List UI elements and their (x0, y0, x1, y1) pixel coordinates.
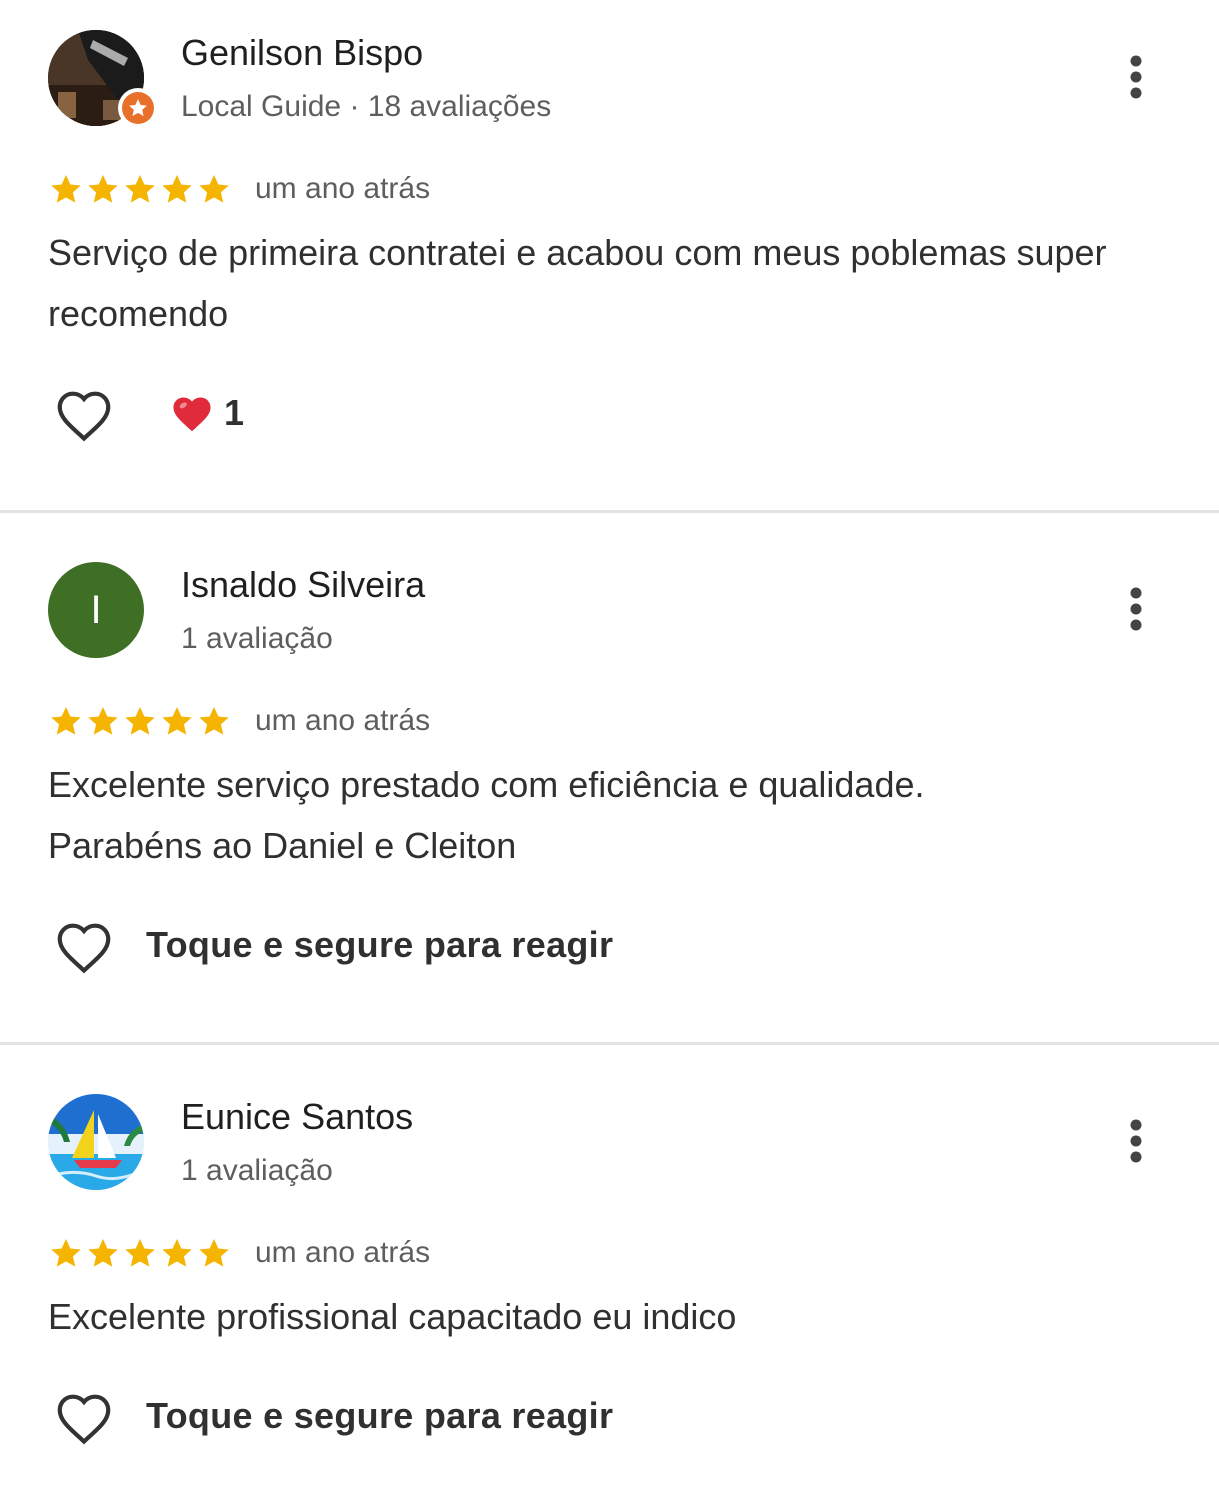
react-button[interactable] (50, 1385, 118, 1449)
star-icon (125, 1239, 155, 1267)
review-time: um ano atrás (255, 1236, 431, 1269)
avatar-photo (48, 1094, 144, 1190)
star-icon (88, 1239, 118, 1267)
review-card: Eunice Santos 1 avaliação um ano atrás E… (0, 0, 1219, 1496)
avatar[interactable] (48, 1094, 144, 1190)
star-icon (162, 1239, 192, 1267)
review-text: Excelente profissional capacitado eu ind… (48, 1296, 737, 1337)
star-icon (51, 1239, 81, 1267)
star-icon (199, 1239, 229, 1267)
more-vert-icon (1130, 1119, 1142, 1163)
reviewer-meta: 1 avaliação (181, 1154, 333, 1187)
star-rating (48, 1236, 232, 1272)
more-options-button[interactable] (1112, 1111, 1160, 1171)
reviewer-name[interactable]: Eunice Santos (181, 1096, 413, 1138)
heart-outline-icon (57, 1394, 111, 1445)
react-hint[interactable]: Toque e segure para reagir (146, 1395, 613, 1437)
